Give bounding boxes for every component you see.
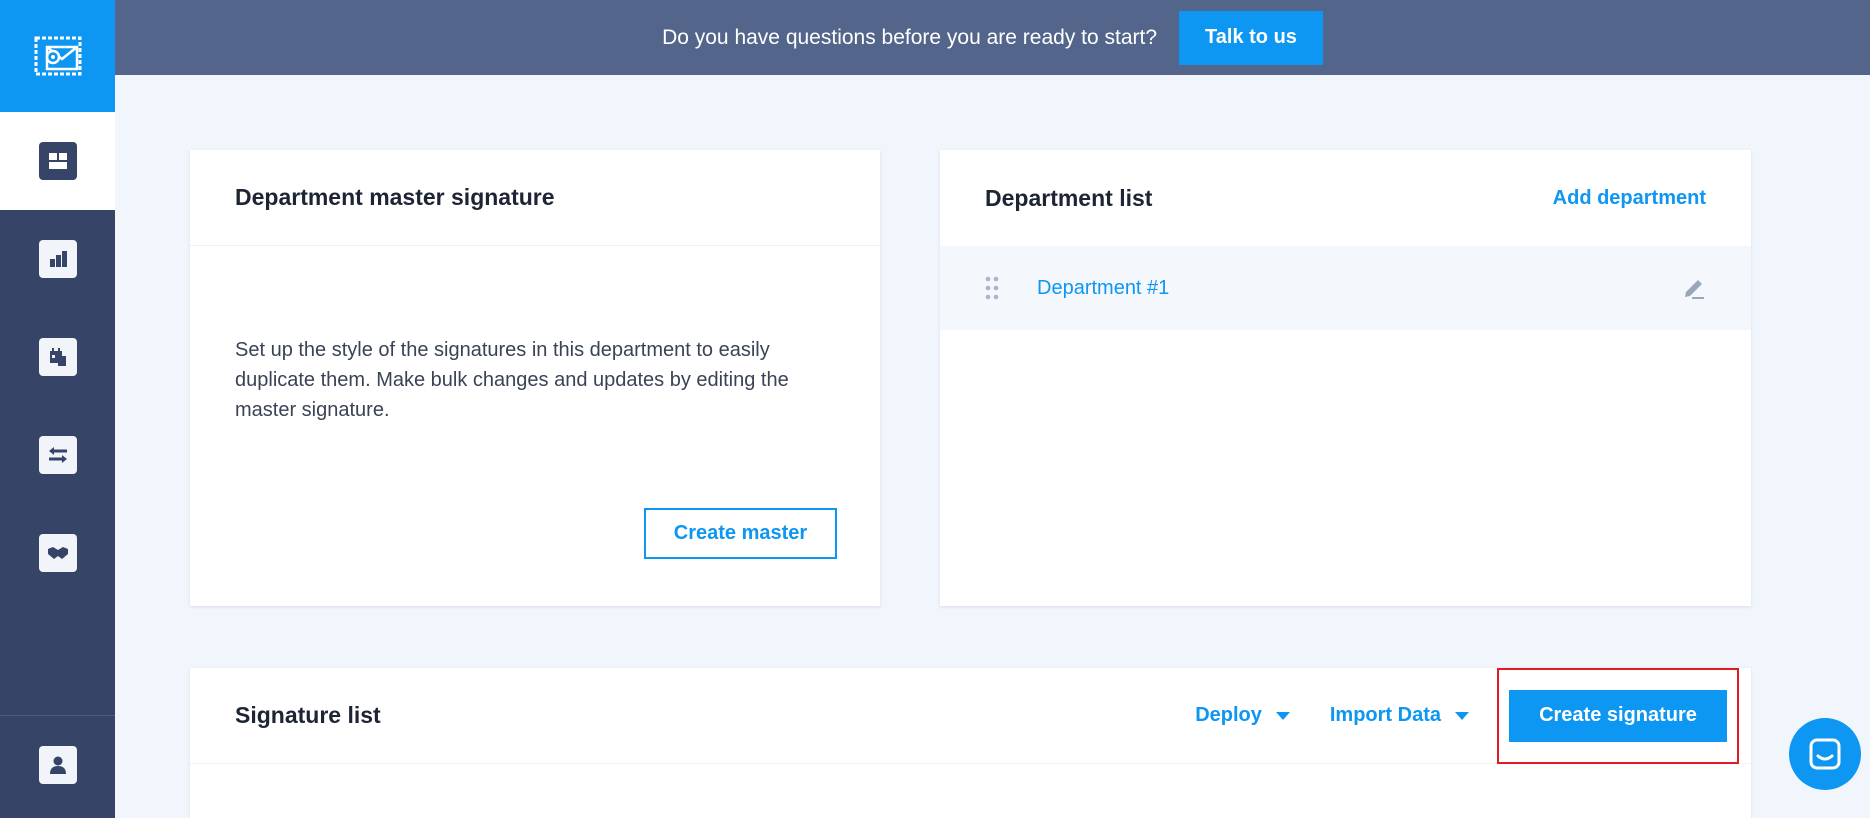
create-master-button[interactable]: Create master — [644, 508, 837, 559]
sidebar-item-campaigns[interactable] — [0, 308, 115, 406]
user-icon — [38, 746, 77, 784]
caret-down-icon — [1275, 711, 1290, 720]
stamp-mail-icon — [34, 36, 81, 76]
caret-down-icon — [1455, 711, 1469, 720]
sidebar-item-partners[interactable] — [0, 504, 115, 602]
sidebar-item-account[interactable] — [0, 716, 115, 814]
banner-text: Do you have questions before you are rea… — [662, 25, 1158, 49]
sidebar — [0, 0, 115, 818]
master-card-header: Department master signature — [190, 150, 880, 246]
handshake-icon — [38, 534, 77, 572]
talk-to-us-button[interactable]: Talk to us — [1179, 10, 1323, 65]
department-list-card: Department list Add department Departmen… — [940, 150, 1751, 606]
transfer-icon — [38, 436, 77, 474]
master-card-title: Department master signature — [235, 184, 555, 210]
signature-actions: Deploy Import Data Create signature — [1195, 667, 1739, 764]
department-name[interactable]: Department #1 — [1037, 277, 1682, 300]
import-data-dropdown[interactable]: Import Data — [1330, 704, 1469, 727]
master-description: Set up the style of the signatures in th… — [235, 339, 789, 421]
drag-handle-icon[interactable] — [985, 276, 999, 300]
department-row[interactable]: Department #1 — [940, 246, 1751, 330]
chat-launcher-button[interactable] — [1789, 718, 1861, 790]
signature-list-card: Signature list Deploy Import Data Create… — [190, 667, 1751, 818]
create-signature-button[interactable]: Create signature — [1509, 689, 1727, 742]
calendar-icon — [38, 338, 77, 376]
deploy-dropdown[interactable]: Deploy — [1195, 704, 1290, 727]
chat-icon — [1809, 738, 1841, 770]
master-signature-card: Department master signature Set up the s… — [190, 150, 880, 606]
sidebar-item-dashboard[interactable] — [0, 112, 115, 210]
dashboard-icon — [38, 142, 77, 180]
sidebar-item-statistics[interactable] — [0, 210, 115, 308]
app-logo[interactable] — [0, 0, 115, 112]
sidebar-item-integrations[interactable] — [0, 406, 115, 504]
import-data-label: Import Data — [1329, 704, 1441, 726]
department-card-title: Department list — [985, 184, 1153, 211]
create-signature-highlight: Create signature — [1497, 667, 1739, 764]
help-banner: Do you have questions before you are rea… — [115, 0, 1870, 75]
department-card-header: Department list Add department — [940, 150, 1751, 246]
signature-card-header: Signature list Deploy Import Data Create… — [190, 667, 1751, 764]
bar-chart-icon — [38, 240, 77, 278]
add-department-link[interactable]: Add department — [1553, 187, 1706, 210]
signature-card-title: Signature list — [235, 702, 381, 728]
edit-pencil-icon[interactable] — [1682, 276, 1706, 300]
deploy-label: Deploy — [1195, 704, 1262, 726]
